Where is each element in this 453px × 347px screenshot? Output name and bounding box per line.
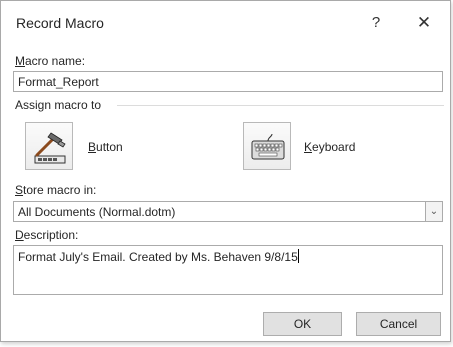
description-label: Description: <box>15 228 79 242</box>
keyboard-icon <box>251 133 285 160</box>
store-macro-select[interactable]: All Documents (Normal.dotm) ⌄ <box>13 201 443 222</box>
record-macro-dialog: Record Macro ? ✕ Macro name: Assign macr… <box>0 0 451 342</box>
chevron-down-icon[interactable]: ⌄ <box>425 202 442 221</box>
assign-macro-label: Assign macro to <box>15 98 102 112</box>
macro-name-label: Macro name: <box>15 54 86 68</box>
close-button[interactable]: ✕ <box>411 11 437 35</box>
store-macro-value: All Documents (Normal.dotm) <box>18 205 176 219</box>
text-caret <box>297 249 299 263</box>
description-text: Format July's Email. Created by Ms. Beha… <box>18 250 298 264</box>
help-button[interactable]: ? <box>364 11 388 35</box>
button-option-label[interactable]: Button <box>88 140 123 154</box>
title-bar: Record Macro ? ✕ <box>1 1 450 45</box>
macro-name-input[interactable] <box>13 71 443 92</box>
assign-button-icon-button[interactable] <box>25 122 73 170</box>
group-divider <box>117 105 444 106</box>
ok-button[interactable]: OK <box>263 312 342 336</box>
store-macro-label: Store macro in: <box>15 183 97 197</box>
hammer-toolbar-icon <box>34 132 66 164</box>
keyboard-option-label[interactable]: Keyboard <box>304 140 355 154</box>
description-textarea[interactable]: Format July's Email. Created by Ms. Beha… <box>13 245 443 295</box>
assign-keyboard-icon-button[interactable] <box>243 122 291 170</box>
dialog-title: Record Macro <box>16 15 104 31</box>
cancel-button[interactable]: Cancel <box>356 312 441 336</box>
